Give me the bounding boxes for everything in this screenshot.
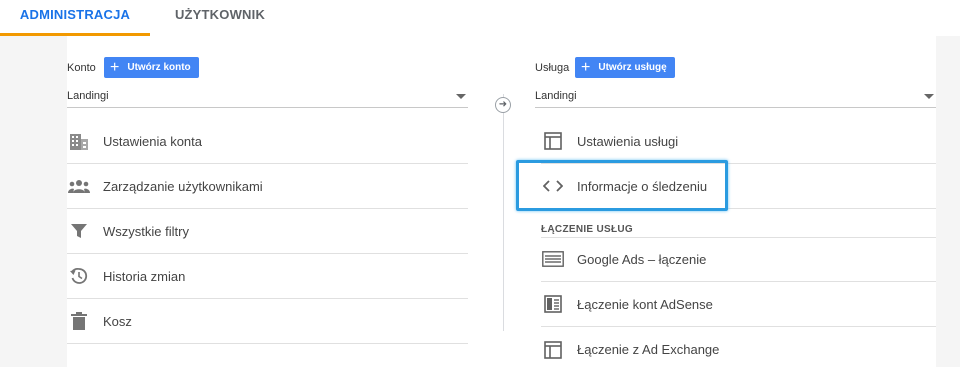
google-ads-icon (541, 247, 565, 271)
caret-down-icon (924, 94, 934, 99)
arrow-right-icon: ➜ (495, 97, 511, 113)
plus-icon: + (110, 58, 120, 76)
menu-item-adsense-linking[interactable]: Łączenie kont AdSense (541, 282, 936, 327)
tab-bar: ADMINISTRACJA UŻYTKOWNIK (0, 0, 960, 36)
create-property-button[interactable]: + Utwórz usługę (575, 57, 675, 78)
menu-item-change-history[interactable]: Historia zmian (67, 254, 468, 299)
menu-item-google-ads-linking[interactable]: Google Ads – łączenie (541, 237, 936, 282)
ad-exchange-icon (541, 338, 565, 362)
account-selector[interactable]: Landingi (67, 86, 468, 108)
menu-item-property-settings[interactable]: Ustawienia usługi (541, 119, 936, 164)
menu-item-trash[interactable]: Kosz (67, 299, 468, 344)
tab-uzytkownik[interactable]: UŻYTKOWNIK (150, 0, 290, 36)
menu-item-user-management[interactable]: Zarządzanie użytkownikami (67, 164, 468, 209)
create-account-button[interactable]: + Utwórz konto (104, 57, 199, 78)
column-connector-line (503, 94, 504, 331)
caret-down-icon (456, 94, 466, 99)
account-label: Konto (67, 62, 96, 74)
tab-administracja[interactable]: ADMINISTRACJA (0, 0, 150, 36)
history-icon (67, 264, 91, 288)
window-icon (541, 129, 565, 153)
section-title-product-linking: ŁĄCZENIE USŁUG (541, 224, 633, 235)
adsense-icon (541, 292, 565, 316)
menu-item-ad-exchange-linking[interactable]: Łączenie z Ad Exchange (541, 327, 936, 367)
trash-icon (67, 309, 91, 333)
filter-icon (67, 219, 91, 243)
menu-item-tracking-info[interactable]: Informacje o śledzeniu (541, 164, 936, 209)
plus-icon: + (581, 58, 591, 76)
code-icon (541, 174, 565, 198)
menu-item-account-settings[interactable]: Ustawienia konta (67, 119, 468, 164)
building-icon (67, 129, 91, 153)
people-icon (67, 174, 91, 198)
property-selector[interactable]: Landingi (535, 86, 936, 108)
property-label: Usługa (535, 62, 570, 74)
menu-item-all-filters[interactable]: Wszystkie filtry (67, 209, 468, 254)
